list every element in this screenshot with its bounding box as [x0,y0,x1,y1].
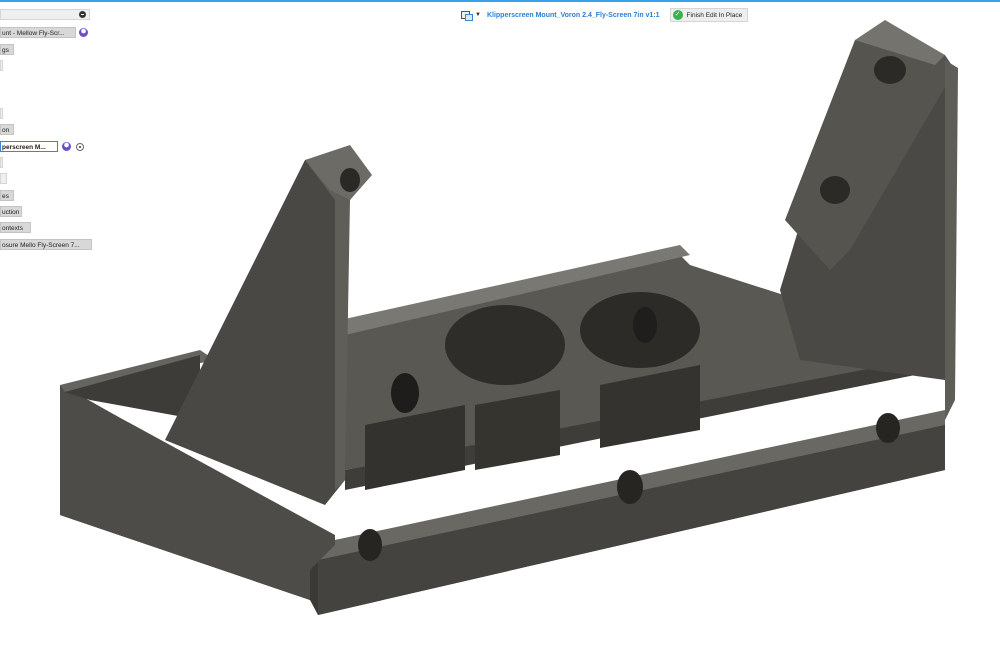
bracket-right-hole-bottom [820,176,850,204]
browser-item-enclosure[interactable]: osure Mello Fly-Screen 7... [0,239,92,250]
caret-down-icon[interactable]: ▼ [475,12,481,18]
collapse-icon[interactable] [79,11,86,18]
browser-item-contexts[interactable]: ontexts [0,222,31,233]
bracket-right-side [945,60,958,420]
browser-item-bodies[interactable]: es [0,190,14,201]
check-icon: ✓ [672,10,683,20]
browser-item-4[interactable] [0,108,3,119]
browser-item-origin[interactable]: on [0,124,14,135]
hole-front-right [876,413,900,443]
link-badge-icon[interactable]: ⬢ [79,28,88,37]
active-component-title: Klipperscreen Mount_Voron 2.4_Fly-Screen… [486,11,660,19]
browser-item-7[interactable] [0,157,3,168]
hole-front-left [358,529,382,561]
bracket-right-hole-top [874,56,906,84]
finish-edit-label: Finish Edit In Place [686,11,743,19]
browser-header[interactable] [0,9,90,20]
hole-inner-right [633,307,657,343]
accent-line [0,0,1000,2]
model-render [60,20,958,615]
browser-item-settings[interactable]: gs [0,44,14,55]
bracket-left [165,160,350,505]
bracket-left-hole [340,168,360,192]
browser-item-8[interactable] [0,173,7,184]
pocket-center [445,305,565,385]
hole-front-mid [617,470,643,504]
link-badge-icon[interactable]: ⬢ [62,142,71,151]
hole-inner-left [391,373,419,413]
browser-item-3[interactable] [0,60,3,71]
finish-edit-in-place-button[interactable]: ✓ Finish Edit In Place [669,8,749,22]
browser-item-construction[interactable]: uction [0,206,22,217]
3d-viewport[interactable] [0,0,1000,666]
component-icon[interactable] [460,10,474,21]
browser-item-root[interactable]: unt - Mellow Fly-Scr... [0,27,76,38]
edit-in-place-bar: ▼ Klipperscreen Mount_Voron 2.4_Fly-Scre… [460,8,749,22]
browser-item-active-component[interactable]: perscreen M... [0,141,58,152]
activate-radio-icon[interactable] [76,143,84,151]
